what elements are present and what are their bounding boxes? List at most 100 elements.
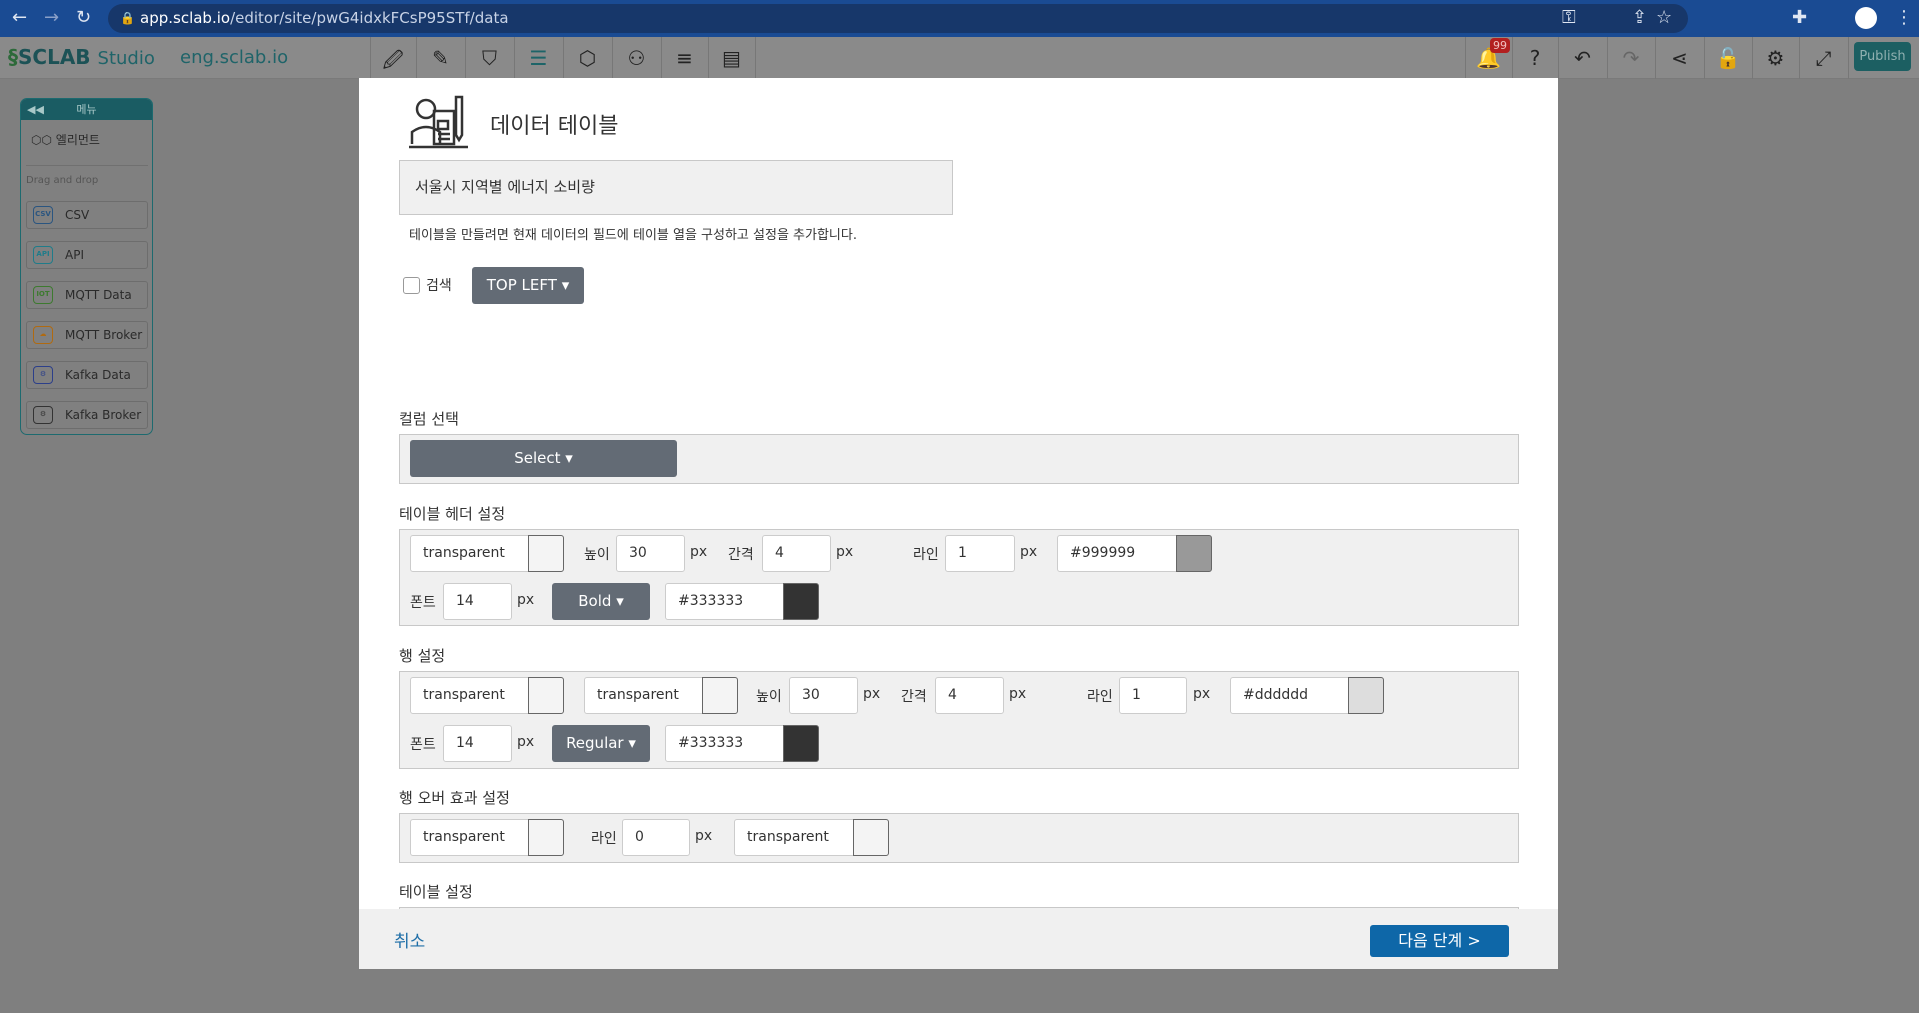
sidebar-item[interactable]: ☁ MQTT Broker (26, 321, 148, 349)
search-checkbox[interactable] (403, 277, 420, 294)
unit-label: px (1020, 544, 1038, 560)
header-height-input[interactable]: 30 (616, 535, 685, 572)
share-icon[interactable]: ⋖ (1665, 46, 1695, 70)
row-height-input[interactable]: 30 (789, 677, 858, 714)
sidebar-item[interactable]: API API (26, 241, 148, 269)
sidebar-item[interactable]: ⚙ Kafka Broker (26, 401, 148, 429)
data-table-illustration-icon (409, 95, 468, 149)
forward-icon[interactable]: → (44, 7, 59, 28)
back-icon[interactable]: ← (12, 7, 27, 28)
gear-icon[interactable]: ⚙ (1761, 46, 1791, 70)
reload-icon[interactable]: ↻ (76, 7, 91, 28)
element-icon: ⬡⬡ (31, 133, 52, 147)
row-bg-color-input[interactable]: transparent (410, 677, 564, 714)
unlock-icon[interactable]: 🔓 (1713, 46, 1743, 70)
row-alt-bg-color-input[interactable]: transparent (584, 677, 738, 714)
hover-settings-box (399, 813, 1519, 863)
database-icon[interactable]: ☰ (524, 46, 554, 70)
undo-icon[interactable]: ↶ (1568, 46, 1598, 70)
table-settings-label: 테이블 설정 (399, 883, 473, 901)
logo[interactable]: §SCLAB Studio (8, 45, 155, 69)
color-swatch[interactable] (528, 677, 564, 714)
unit-label: px (517, 734, 535, 750)
hover-line-input[interactable]: 0 (622, 819, 690, 856)
line-label: 라인 (913, 547, 939, 563)
font-label: 폰트 (410, 737, 436, 753)
row-font-size-input[interactable]: 14 (443, 725, 512, 762)
share-icon[interactable]: ⇪ (1632, 7, 1647, 28)
map-icon[interactable]: ⛉ (475, 46, 505, 70)
toolbar-divider (1558, 37, 1559, 79)
height-label: 높이 (756, 689, 782, 705)
code-icon[interactable]: ⬡ (573, 46, 603, 70)
collapse-icon[interactable]: ◀◀ (27, 99, 44, 120)
row-gap-input[interactable]: 4 (935, 677, 1004, 714)
sidebar-item[interactable]: IOT MQTT Data (26, 281, 148, 309)
table-name-field[interactable]: 서울시 지역별 에너지 소비량 (399, 160, 953, 215)
color-swatch[interactable] (702, 677, 738, 714)
header-font-size-input[interactable]: 14 (443, 583, 512, 620)
sidebar-item[interactable]: CSV CSV (26, 201, 148, 229)
list-icon[interactable]: ≡ (670, 46, 700, 70)
header-bg-color-input[interactable]: transparent (410, 535, 564, 572)
address-bar[interactable]: 🔒 app.sclab.io/editor/site/pwG4idxkFCsP95… (108, 4, 1688, 33)
desktop-edit-icon[interactable]: 🖉 (378, 46, 408, 80)
next-step-button[interactable]: 다음 단계 > (1370, 925, 1509, 957)
card-icon[interactable]: ▤ (717, 46, 747, 70)
row-line-color-input[interactable]: #dddddd (1230, 677, 1384, 714)
section-label: Drag and drop (26, 175, 99, 186)
hover-line-color-input[interactable]: transparent (734, 819, 889, 856)
color-swatch[interactable] (853, 819, 889, 856)
extensions-icon[interactable]: ✚ (1792, 7, 1807, 28)
header-line-input[interactable]: 1 (945, 535, 1015, 572)
header-gap-input[interactable]: 4 (762, 535, 831, 572)
toolbar-divider (661, 37, 662, 79)
header-font-weight-dropdown[interactable]: Bold ▾ (552, 583, 650, 620)
profile-avatar[interactable] (1855, 7, 1877, 29)
hover-bg-color-input[interactable]: transparent (410, 819, 564, 856)
lock-icon: 🔒 (120, 11, 135, 25)
publish-button[interactable]: Publish (1854, 42, 1911, 71)
color-swatch[interactable] (783, 583, 819, 620)
cancel-link[interactable]: 취소 (394, 927, 425, 952)
column-select-dropdown[interactable]: Select ▾ (410, 440, 677, 477)
source-icon: ⚙ (33, 406, 53, 424)
users-icon[interactable]: ⚇ (622, 46, 652, 70)
header-font-color-input[interactable]: #333333 (665, 583, 819, 620)
sidebar-item[interactable]: ⚙ Kafka Data (26, 361, 148, 389)
toolbar-divider (416, 37, 417, 79)
toolbar-divider (514, 37, 515, 79)
header-line-color-input[interactable]: #999999 (1057, 535, 1212, 572)
row-font-color-input[interactable]: #333333 (665, 725, 819, 762)
source-icon: ⚙ (33, 366, 53, 384)
mobile-edit-icon[interactable]: ✎ (426, 46, 456, 70)
divider (26, 165, 148, 166)
row-line-input[interactable]: 1 (1119, 677, 1187, 714)
fullscreen-icon[interactable]: ⤢ (1809, 46, 1839, 70)
color-swatch[interactable] (783, 725, 819, 762)
column-select-label: 컬럼 선택 (399, 410, 459, 428)
help-icon[interactable]: ? (1520, 46, 1550, 70)
color-swatch[interactable] (1176, 535, 1212, 572)
color-swatch[interactable] (528, 535, 564, 572)
unit-label: px (517, 592, 535, 608)
bookmark-star-icon[interactable]: ☆ (1656, 7, 1672, 28)
color-swatch[interactable] (528, 819, 564, 856)
source-icon: CSV (33, 206, 53, 224)
line-label: 라인 (1087, 689, 1113, 705)
menu-icon[interactable]: ⋮ (1895, 7, 1913, 28)
toolbar-divider (755, 37, 756, 79)
row-font-weight-dropdown[interactable]: Regular ▾ (552, 725, 650, 762)
redo-icon[interactable]: ↷ (1616, 46, 1646, 70)
position-dropdown[interactable]: TOP LEFT ▾ (472, 267, 584, 304)
toolbar-divider (1752, 37, 1753, 79)
toolbar-divider (563, 37, 564, 79)
key-icon[interactable]: ⚿ (1562, 7, 1576, 28)
sidebar-element-item[interactable]: ⬡⬡ 엘리먼트 (31, 131, 100, 148)
site-name[interactable]: eng.sclab.io (180, 47, 288, 68)
color-swatch[interactable] (1348, 677, 1384, 714)
source-icon: API (33, 246, 53, 264)
modal-footer: 취소 다음 단계 > (359, 909, 1558, 969)
toolbar-divider (1607, 37, 1608, 79)
search-label: 검색 (426, 278, 452, 294)
